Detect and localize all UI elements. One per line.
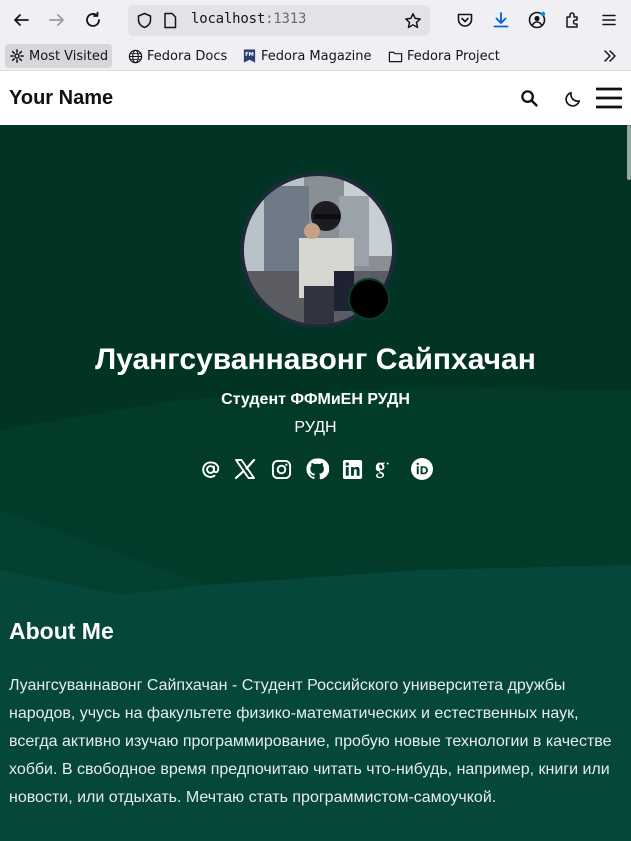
browser-chrome: localhost:1313 Most Visited Fedora Docs bbox=[0, 0, 631, 70]
bookmark-label: Fedora Magazine bbox=[261, 48, 372, 64]
page-info-icon[interactable] bbox=[162, 12, 178, 29]
extensions-icon[interactable] bbox=[561, 8, 585, 32]
moon-icon[interactable] bbox=[560, 85, 586, 111]
bookmark-label: Fedora Project bbox=[407, 48, 500, 64]
pocket-icon[interactable] bbox=[453, 8, 477, 32]
site-header: Your Name bbox=[0, 70, 631, 125]
profile-avatar-wrap bbox=[240, 172, 396, 328]
bookmarks-toolbar: Most Visited Fedora Docs FM Fedora Magaz… bbox=[0, 41, 631, 70]
globe-icon bbox=[127, 48, 143, 64]
address-bar[interactable]: localhost:1313 bbox=[128, 5, 430, 36]
back-arrow-icon[interactable] bbox=[9, 8, 33, 32]
forward-arrow-icon[interactable] bbox=[45, 8, 69, 32]
site-brand[interactable]: Your Name bbox=[9, 87, 113, 110]
app-menu-icon[interactable] bbox=[597, 8, 621, 32]
status-indicator bbox=[348, 278, 390, 320]
search-icon[interactable] bbox=[516, 85, 542, 111]
url-host: localhost bbox=[191, 11, 266, 27]
svg-text:FM: FM bbox=[245, 52, 254, 58]
google-scholar-icon[interactable] bbox=[372, 456, 398, 482]
tracking-shield-icon[interactable] bbox=[136, 12, 153, 29]
github-icon[interactable] bbox=[304, 456, 330, 482]
linkedin-icon[interactable] bbox=[339, 456, 365, 482]
bookmark-fedora-project[interactable]: Fedora Project bbox=[387, 44, 500, 68]
email-at-icon[interactable] bbox=[197, 456, 223, 482]
bookmark-most-visited[interactable]: Most Visited bbox=[5, 44, 113, 68]
url-text[interactable]: localhost:1313 bbox=[191, 11, 306, 27]
about-paragraph: Луангсуваннавонг Сайпхачан - Студент Рос… bbox=[9, 677, 612, 806]
account-icon[interactable] bbox=[525, 8, 549, 32]
bookmark-label: Most Visited bbox=[29, 48, 109, 64]
page-scrollbar[interactable] bbox=[627, 125, 631, 180]
fedora-magazine-icon: FM bbox=[241, 48, 257, 64]
hamburger-menu-icon[interactable] bbox=[596, 85, 622, 111]
instagram-icon[interactable] bbox=[268, 456, 294, 482]
bookmark-star-icon[interactable] bbox=[404, 12, 422, 30]
bookmark-fedora-magazine[interactable]: FM Fedora Magazine bbox=[241, 44, 372, 68]
profile-organization: РУДН bbox=[294, 419, 337, 436]
reload-icon[interactable] bbox=[81, 8, 105, 32]
bookmark-fedora-docs[interactable]: Fedora Docs bbox=[127, 44, 227, 68]
orcid-icon[interactable] bbox=[409, 456, 435, 482]
browser-toolbar: localhost:1313 bbox=[0, 0, 631, 40]
profile-name: Луангсуваннавонг Сайпхачан bbox=[95, 343, 536, 376]
folder-icon bbox=[387, 48, 403, 64]
url-port: :1313 bbox=[265, 11, 307, 27]
chevron-double-right-icon[interactable] bbox=[602, 44, 618, 68]
about-heading: About Me bbox=[9, 618, 114, 644]
hero-section: Луангсуваннавонг Сайпхачан Студент ФФМиЕ… bbox=[0, 125, 631, 841]
downloads-icon[interactable] bbox=[489, 8, 513, 32]
bookmark-label: Fedora Docs bbox=[147, 48, 228, 64]
gear-icon bbox=[9, 48, 25, 64]
profile-role: Студент ФФМиЕН РУДН bbox=[221, 391, 410, 408]
x-twitter-icon[interactable] bbox=[232, 456, 258, 482]
